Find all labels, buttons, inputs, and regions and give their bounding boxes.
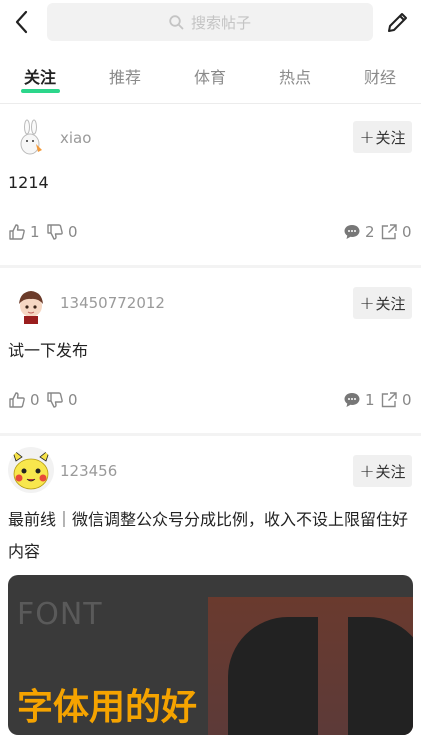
back-button[interactable] [10,8,36,36]
username[interactable]: xiao [60,129,91,147]
like-button[interactable]: 1 [8,223,40,241]
username[interactable]: 123456 [60,462,117,480]
like-button[interactable]: 0 [8,391,40,409]
search-placeholder: 搜索帖子 [190,13,251,32]
comment-count: 2 [365,223,375,241]
active-tab-indicator [21,89,60,93]
rabbit-avatar-icon [8,114,54,160]
post-text[interactable]: 1214 [8,167,413,199]
image-caption: 字体用的好 [17,687,198,728]
like-count: 0 [30,391,40,409]
category-tabs: 关注 推荐 体育 热点 财经 [0,44,421,104]
image-graphic [208,597,413,735]
dislike-count: 0 [68,223,78,241]
image-shape [228,617,318,735]
post-divider [0,265,421,268]
dislike-button[interactable]: 0 [46,223,78,241]
plus-icon: + [359,460,375,482]
plus-icon: + [359,126,375,148]
tab-finance[interactable]: 财经 [350,64,410,88]
username[interactable]: 13450772012 [60,294,165,312]
edit-pencil-icon [388,13,407,32]
follow-label: 关注 [375,294,406,313]
share-button[interactable]: 0 [380,223,412,241]
thumbs-up-icon [9,392,25,408]
thumbs-down-icon [47,224,63,240]
comment-bubble-icon [344,393,360,407]
comment-bubble-icon [344,225,360,239]
avatar[interactable] [8,114,54,160]
pikachu-avatar-icon [8,447,54,493]
follow-label: 关注 [375,462,406,481]
plus-icon: + [359,292,375,314]
post-text[interactable]: 最前线｜微信调整公众号分成比例，收入不设上限留住好内容 [8,504,413,568]
search-input[interactable]: 搜索帖子 [47,3,373,41]
share-icon [381,392,397,408]
follow-button[interactable]: + 关注 [353,287,412,319]
thumbs-up-icon [9,224,25,240]
follow-button[interactable]: + 关注 [353,121,412,153]
thumbs-down-icon [47,392,63,408]
post-text[interactable]: 试一下发布 [8,335,413,367]
search-icon [169,14,184,29]
post-image[interactable]: FONT 字体用的好 [8,575,413,735]
comment-button[interactable]: 1 [343,391,375,409]
share-count: 0 [402,391,412,409]
tab-sports[interactable]: 体育 [180,64,240,88]
follow-label: 关注 [375,128,406,147]
tab-follow[interactable]: 关注 [10,64,70,88]
compose-button[interactable] [385,9,411,35]
share-icon [381,224,397,240]
share-button[interactable]: 0 [380,391,412,409]
chevron-left-icon [15,10,28,34]
comment-button[interactable]: 2 [343,223,375,241]
comment-count: 1 [365,391,375,409]
boy-avatar-icon [8,280,54,326]
dislike-button[interactable]: 0 [46,391,78,409]
like-count: 1 [30,223,40,241]
dislike-count: 0 [68,391,78,409]
avatar[interactable] [8,280,54,326]
follow-button[interactable]: + 关注 [353,455,412,487]
image-shape [348,617,413,735]
post-divider [0,433,421,436]
tab-hot[interactable]: 热点 [265,64,325,88]
image-text-font: FONT [17,597,103,632]
tab-recommend[interactable]: 推荐 [95,64,155,88]
avatar[interactable] [8,447,54,493]
share-count: 0 [402,223,412,241]
top-bar: 搜索帖子 [0,0,421,44]
